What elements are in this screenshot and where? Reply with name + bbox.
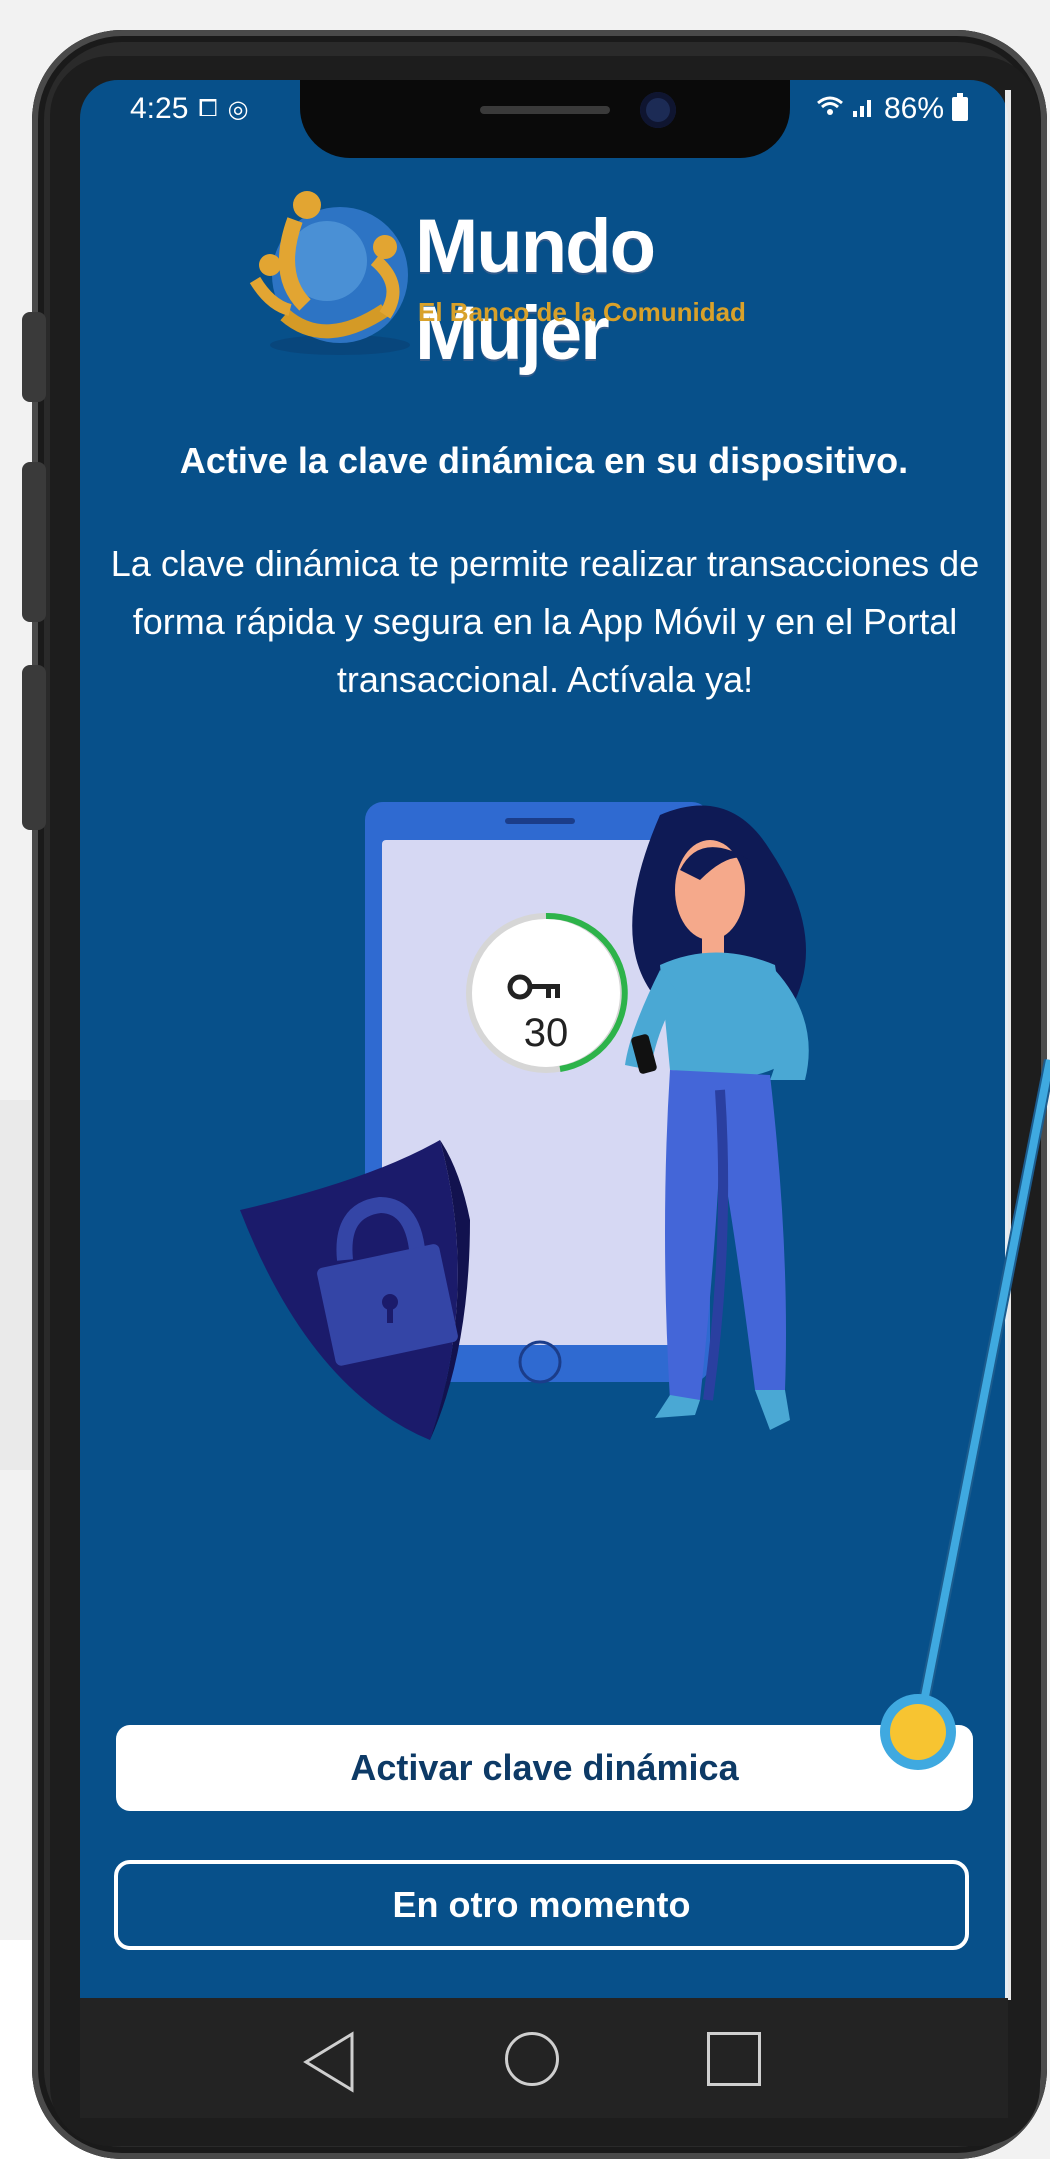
- power-button: [22, 665, 46, 830]
- battery-icon: [952, 93, 968, 121]
- timer-value: 30: [524, 1011, 569, 1055]
- system-nav-bar: [80, 1998, 1008, 2118]
- battery-percent: 86%: [883, 92, 944, 125]
- volume-button: [22, 462, 46, 622]
- home-nav-icon[interactable]: [505, 2032, 559, 2086]
- recent-apps-nav-icon[interactable]: [707, 2032, 761, 2086]
- logo-tagline: El Banco de la Comunidad: [418, 297, 746, 327]
- screen-record-icon: ⧠: [198, 95, 218, 122]
- camera-notch: [300, 80, 790, 158]
- wifi-icon: [816, 95, 844, 124]
- mundo-mujer-logo: Mundo Mujer El Banco de la Comunidad: [235, 165, 855, 376]
- security-illustration: 30: [230, 790, 870, 1470]
- status-time: 4:25: [130, 92, 189, 125]
- front-camera-icon: [640, 92, 676, 128]
- later-button[interactable]: En otro momento: [114, 1860, 969, 1950]
- page-description: La clave dinámica te permite realizar tr…: [110, 543, 980, 700]
- screen-rim: [1005, 90, 1011, 2000]
- logo-emblem-icon: [249, 191, 410, 355]
- logo-name: Mundo Mujer: [415, 204, 656, 376]
- signal-icon: [852, 95, 876, 124]
- speaker-grill: [480, 106, 610, 114]
- volume-button: [22, 312, 46, 402]
- instagram-icon: ◎: [227, 95, 249, 123]
- activate-dynamic-key-button[interactable]: Activar clave dinámica: [116, 1725, 973, 1811]
- back-nav-icon[interactable]: [300, 2030, 360, 2094]
- page-title: Active la clave dinámica en su dispositi…: [179, 440, 909, 481]
